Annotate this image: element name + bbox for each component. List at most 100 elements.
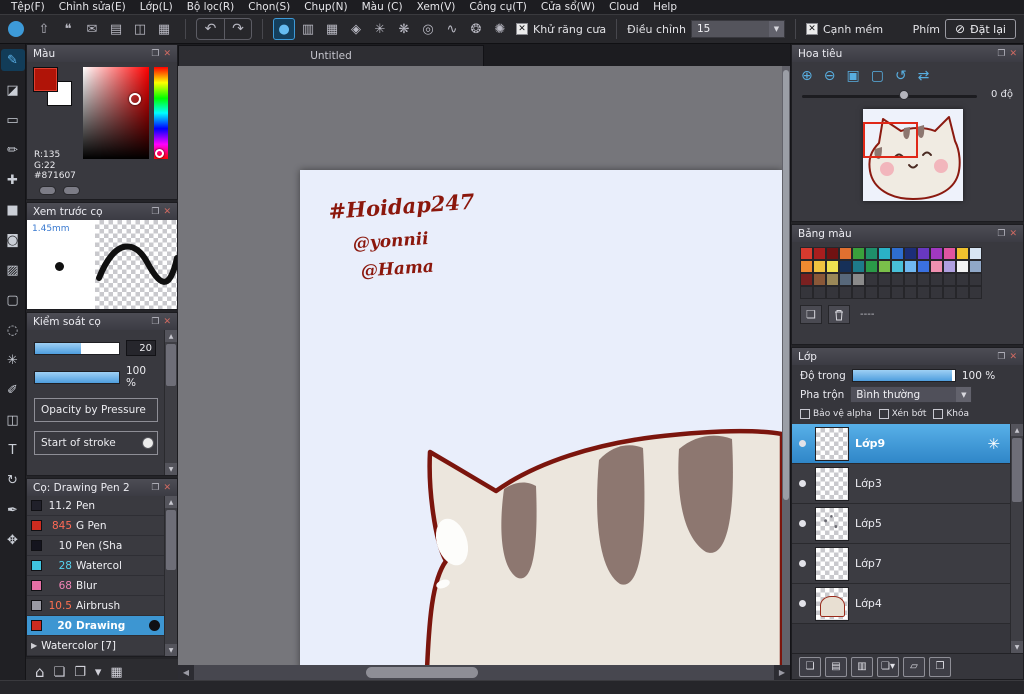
select-eraser-tool[interactable]: ◫ bbox=[1, 409, 25, 431]
brush-folder[interactable]: ▶ Watercolor [7] bbox=[27, 636, 164, 656]
palette-swatch[interactable] bbox=[878, 247, 891, 260]
menubar-item[interactable]: Công cụ(T) bbox=[462, 1, 533, 13]
soft-edge-checkbox[interactable]: ✕ bbox=[805, 23, 818, 35]
checkbox-icon[interactable] bbox=[800, 409, 810, 419]
palette-swatch[interactable] bbox=[917, 286, 930, 299]
color-history-button-1[interactable] bbox=[39, 186, 56, 195]
scrollbar-thumb[interactable] bbox=[366, 667, 478, 678]
palette-swatch[interactable] bbox=[930, 273, 943, 286]
select-rect-tool[interactable]: ▢ bbox=[1, 289, 25, 311]
palette-swatch[interactable] bbox=[826, 273, 839, 286]
palette-swatch[interactable] bbox=[943, 247, 956, 260]
brush-opacity-slider[interactable] bbox=[34, 370, 120, 384]
color-history-button-2[interactable] bbox=[63, 186, 80, 195]
palette-swatch[interactable] bbox=[878, 260, 891, 273]
rectangle-tool[interactable]: ▭ bbox=[1, 109, 25, 131]
home-icon[interactable]: ⌂ bbox=[35, 663, 45, 681]
canvas-viewport[interactable]: #Hoidap247 @yonnii @Hama bbox=[178, 66, 790, 665]
popout-icon[interactable]: ❐ bbox=[997, 229, 1005, 239]
layer-row[interactable]: Lớp5 bbox=[792, 504, 1010, 544]
palette-swatch[interactable] bbox=[852, 247, 865, 260]
palette-swatch[interactable] bbox=[930, 260, 943, 273]
layer-settings-gear-icon[interactable]: ✳ bbox=[987, 435, 1000, 453]
dot-pen-tool[interactable]: ✏ bbox=[1, 139, 25, 161]
actual-size-icon[interactable]: ▢ bbox=[871, 68, 884, 84]
layer-visibility-dot[interactable] bbox=[799, 560, 806, 567]
palette-swatch[interactable] bbox=[813, 286, 826, 299]
palette-swatch[interactable] bbox=[839, 247, 852, 260]
gallery-icon[interactable]: ▦ bbox=[110, 665, 122, 680]
add-color-icon[interactable]: ❏ bbox=[800, 305, 822, 324]
fit-window-icon[interactable]: ▣ bbox=[846, 68, 859, 84]
layer-opacity-slider[interactable] bbox=[851, 369, 956, 382]
eyedropper-tool[interactable]: ✒ bbox=[1, 499, 25, 521]
palette-swatch[interactable] bbox=[865, 247, 878, 260]
comment-icon[interactable]: ❝ bbox=[57, 18, 79, 40]
popout-icon[interactable]: ❐ bbox=[151, 317, 159, 327]
reset-rotation-icon[interactable]: ↺ bbox=[895, 68, 907, 84]
halftone-icon[interactable]: ▦ bbox=[321, 18, 343, 40]
menubar-item[interactable]: Màu (C) bbox=[355, 1, 410, 13]
brush-item[interactable]: 28 Watercol bbox=[27, 556, 164, 576]
navigator-thumbnail[interactable] bbox=[863, 109, 963, 201]
brush-width-slider[interactable] bbox=[34, 341, 120, 355]
palette-swatch[interactable] bbox=[891, 247, 904, 260]
palette-swatch[interactable] bbox=[891, 260, 904, 273]
canvas-horizontal-scrollbar[interactable]: ◀ ▶ bbox=[178, 665, 790, 680]
menubar-item[interactable]: Lớp(L) bbox=[133, 1, 180, 13]
palette-swatch[interactable] bbox=[943, 273, 956, 286]
menubar-item[interactable]: Chụp(N) bbox=[297, 1, 354, 13]
close-icon[interactable]: ✕ bbox=[1009, 49, 1017, 59]
saturation-value-picker[interactable] bbox=[83, 67, 149, 159]
menubar-item[interactable]: Tệp(F) bbox=[4, 1, 52, 13]
layer-visibility-dot[interactable] bbox=[799, 520, 806, 527]
scrollbar-track[interactable] bbox=[194, 665, 774, 680]
palette-swatch[interactable] bbox=[800, 260, 813, 273]
brush-item[interactable]: 10.5 Airbrush bbox=[27, 596, 164, 616]
scroll-up-icon[interactable]: ▲ bbox=[165, 496, 177, 508]
magic-wand-tool[interactable]: ✳ bbox=[1, 349, 25, 371]
palette-swatch[interactable] bbox=[865, 286, 878, 299]
grid-icon[interactable]: ▦ bbox=[153, 18, 175, 40]
hue-slider[interactable] bbox=[154, 67, 168, 159]
scrollbar-thumb[interactable] bbox=[166, 344, 176, 386]
palette-swatch[interactable] bbox=[956, 286, 969, 299]
palette-swatch[interactable] bbox=[800, 273, 813, 286]
brush-control-scrollbar[interactable]: ▲ ▼ bbox=[164, 330, 177, 475]
palette-swatch[interactable] bbox=[930, 286, 943, 299]
scroll-down-icon[interactable]: ▼ bbox=[165, 463, 177, 475]
close-icon[interactable]: ✕ bbox=[1009, 352, 1017, 362]
palette-swatch[interactable] bbox=[800, 286, 813, 299]
palette-swatch[interactable] bbox=[839, 273, 852, 286]
palette-swatch[interactable] bbox=[813, 273, 826, 286]
viewport-indicator-rect[interactable] bbox=[863, 122, 918, 158]
palette-swatch[interactable] bbox=[891, 273, 904, 286]
snowflake-icon[interactable]: ❋ bbox=[393, 18, 415, 40]
canvas-vertical-scrollbar[interactable] bbox=[782, 66, 790, 665]
palette-swatch[interactable] bbox=[839, 260, 852, 273]
palette-swatch[interactable] bbox=[865, 260, 878, 273]
brush-item[interactable]: 845 G Pen bbox=[27, 516, 164, 536]
scrollbar-thumb[interactable] bbox=[166, 510, 176, 570]
palette-swatch[interactable] bbox=[839, 286, 852, 299]
move-tool[interactable]: ✚ bbox=[1, 169, 25, 191]
select-pen-tool[interactable]: ✐ bbox=[1, 379, 25, 401]
palette-swatch[interactable] bbox=[943, 286, 956, 299]
palette-swatch[interactable] bbox=[917, 260, 930, 273]
layer-option-checkbox[interactable]: Xén bớt bbox=[878, 409, 926, 419]
open-canvas-icon[interactable]: ❐ bbox=[74, 665, 86, 680]
menubar-item[interactable]: Chọn(S) bbox=[241, 1, 297, 13]
brush-item[interactable]: 10 Pen (Sha bbox=[27, 536, 164, 556]
slider-knob[interactable] bbox=[899, 90, 910, 100]
brush-item[interactable]: 20 Drawing bbox=[27, 616, 164, 636]
undo-button[interactable]: ↶ bbox=[197, 19, 224, 39]
new-8bit-layer-icon[interactable]: ▤ bbox=[825, 656, 847, 677]
antialias-checkbox[interactable]: ✕ bbox=[516, 23, 528, 35]
foreground-color-swatch[interactable] bbox=[33, 67, 58, 92]
scroll-down-icon[interactable]: ▼ bbox=[165, 644, 177, 656]
palette-swatch[interactable] bbox=[878, 286, 891, 299]
scroll-up-icon[interactable]: ▲ bbox=[165, 330, 177, 342]
layer-visibility-dot[interactable] bbox=[799, 480, 806, 487]
chevron-down-icon[interactable]: ▼ bbox=[956, 387, 972, 402]
picker-cursor-icon[interactable] bbox=[129, 93, 141, 105]
